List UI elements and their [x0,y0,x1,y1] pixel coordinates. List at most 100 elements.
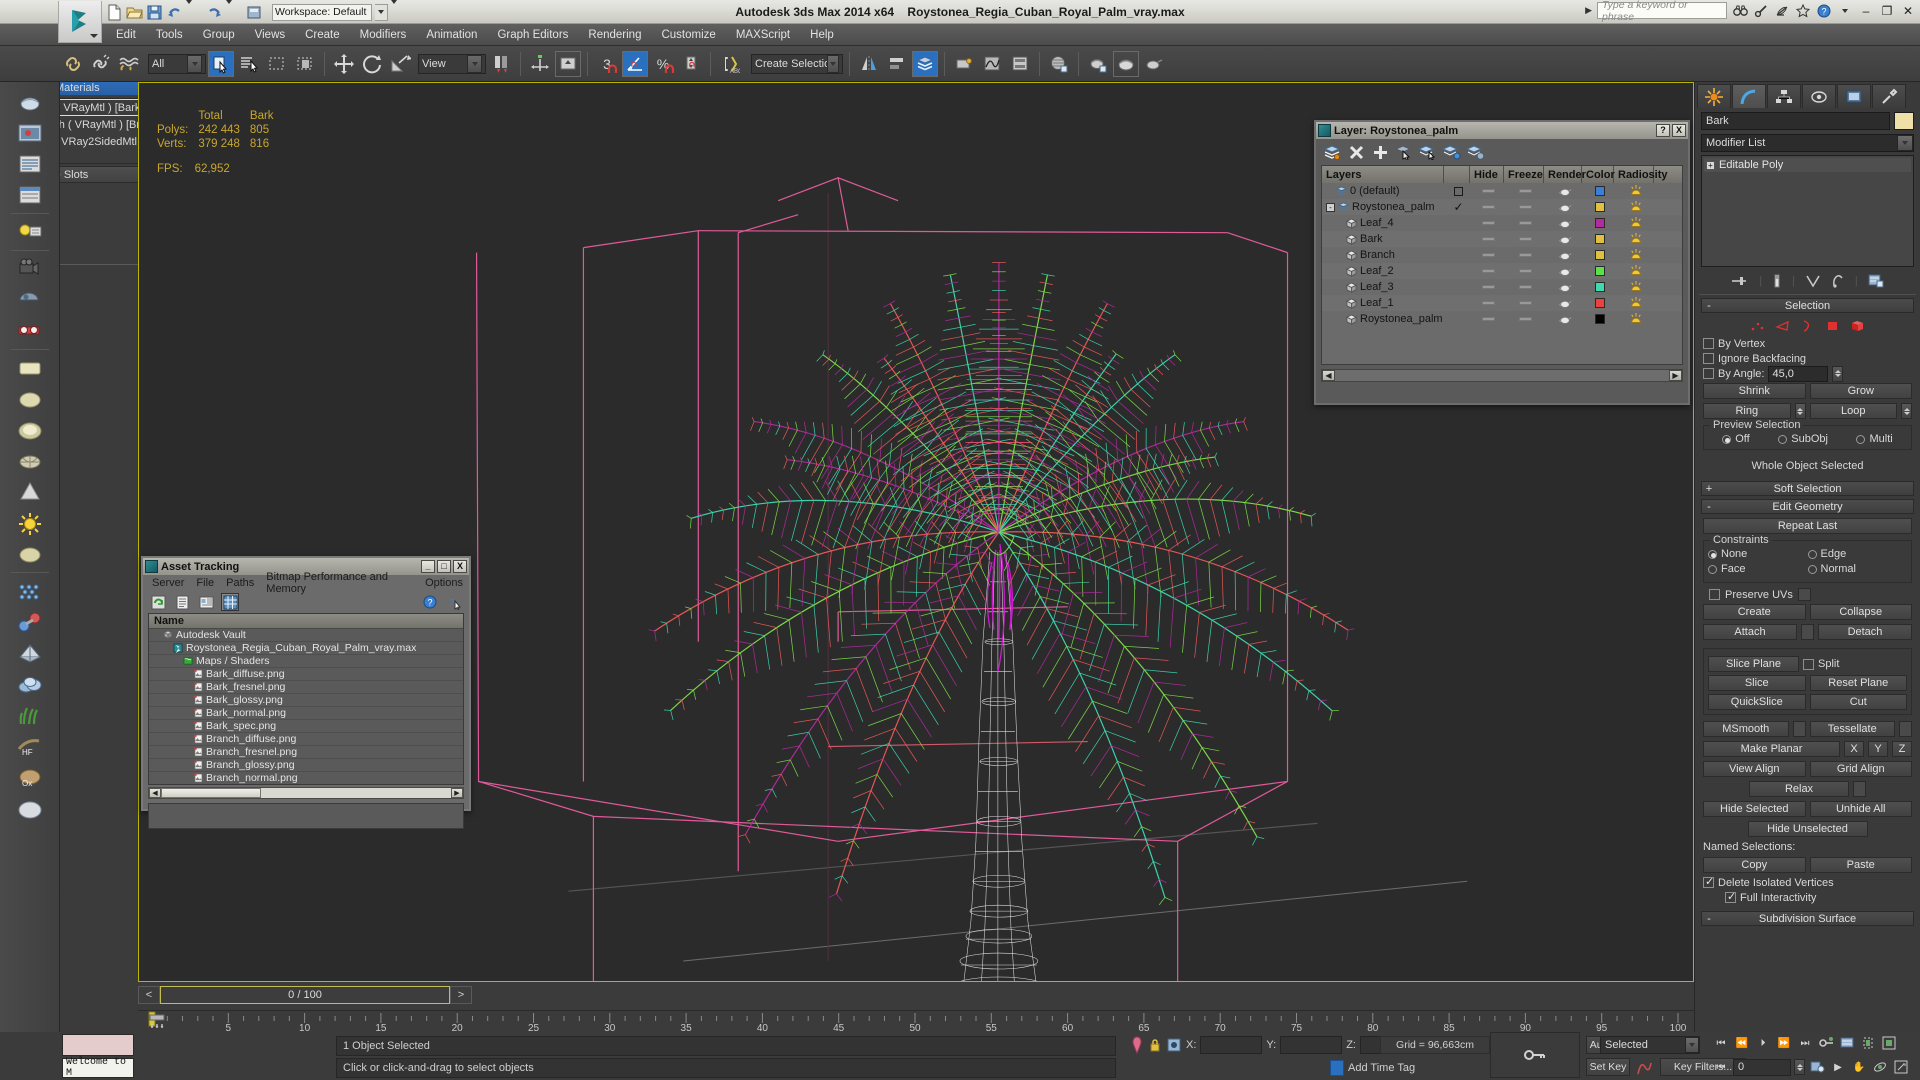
menu-item-tools[interactable]: Tools [146,26,193,44]
hide-toggle-icon[interactable] [1482,285,1495,289]
constraint-option-none[interactable]: None [1708,548,1808,563]
layer-row-color[interactable] [1582,199,1614,215]
track-bar[interactable]: 5 10 15 20 25 30 35 40 45 50 55 60 65 70 75 80 85 90 95 100 [138,1010,1694,1033]
layer-row-name[interactable]: Leaf_1 [1322,295,1444,311]
workspace-selector[interactable]: Workspace: Default [272,3,372,21]
stack-item-editable-poly[interactable]: + Editable Poly [1704,158,1911,172]
infocenter-expand-icon[interactable]: ▶ [1585,5,1592,16]
application-menu-button[interactable] [58,1,102,43]
grid-view-icon[interactable] [221,593,239,611]
asset-row[interactable]: Branch_diffuse.png [149,733,463,746]
key-mode-combo[interactable]: Selected [1600,1036,1700,1054]
remove-modifier-icon[interactable] [1831,274,1845,288]
keyword-search-input[interactable]: Type a keyword or phrase [1597,0,1727,23]
select-objects-in-layer-icon[interactable] [1394,142,1414,162]
layer-row-name[interactable]: Leaf_3 [1322,279,1444,295]
layer-row-name[interactable]: 0 (default) [1322,183,1444,199]
layer-row[interactable]: Leaf_1 [1322,295,1682,311]
subscription-center-icon[interactable] [1753,3,1769,19]
ox-icon[interactable]: Ox [14,762,46,792]
layer-row[interactable]: Bark [1322,231,1682,247]
element-icon[interactable] [1850,319,1866,333]
key-mode-toggle-box[interactable] [1490,1032,1580,1078]
pan-view-icon[interactable]: ✋ [1850,1058,1868,1076]
layer-row-mark[interactable] [1444,295,1470,311]
redo-icon[interactable] [206,4,223,21]
edge-icon[interactable] [1774,319,1791,333]
layer-color-swatch[interactable] [1594,314,1605,324]
play-animation-icon[interactable]: ⏵ [1754,1034,1772,1052]
layer-row-render[interactable] [1544,263,1582,279]
selection-lock-toggle-icon[interactable] [1166,1037,1182,1053]
layer-row-freeze[interactable] [1504,231,1544,247]
motion-tab[interactable] [1802,84,1836,108]
set-key-button[interactable]: Set Key [1586,1058,1630,1076]
layer-row-radiosity[interactable] [1614,263,1654,279]
radio-indicator[interactable] [1722,434,1732,444]
layer-row-name[interactable]: - Roystonea_palm [1322,199,1444,215]
layer-row[interactable]: Branch [1322,247,1682,263]
ring-button[interactable]: Ring [1703,403,1791,419]
menu-item-views[interactable]: Views [245,26,295,44]
layer-column-freeze[interactable]: Freeze [1504,166,1544,183]
tessellate-settings-icon[interactable] [1899,721,1912,737]
layer-color-swatch[interactable] [1594,202,1605,212]
by-angle-value[interactable]: 45,0 [1768,365,1829,382]
layer-row-hide[interactable] [1470,247,1504,263]
geosphere-icon[interactable] [14,446,46,476]
layer-expander-icon[interactable]: - [1326,202,1335,212]
keyframe-spinner[interactable] [1794,1059,1805,1075]
render-production-icon[interactable] [14,87,46,117]
redo-dropdown-icon[interactable] [226,0,243,21]
layer-row-hide[interactable] [1470,295,1504,311]
rendered-frame-window-icon[interactable] [1113,50,1139,77]
make-planar-button[interactable]: Make Planar [1703,741,1840,757]
cloud-icon[interactable] [14,669,46,699]
asset-scroll-thumb[interactable] [161,788,261,798]
attach-button[interactable]: Attach [1703,624,1797,640]
pin-stack-icon[interactable] [1731,275,1749,287]
msmooth-settings-icon[interactable] [1792,721,1806,737]
layer-close-button[interactable]: X [1672,124,1686,137]
freeze-toggle-icon[interactable] [1519,317,1532,321]
align-icon[interactable] [884,51,910,77]
layer-row-render[interactable] [1544,311,1582,327]
freeze-toggle-icon[interactable] [1519,189,1532,193]
layer-window-title-bar[interactable]: Layer: Roystonea_palm ? X [1316,122,1688,139]
layer-row-hide[interactable] [1470,231,1504,247]
highlight-selected-objects-layer-icon[interactable] [1418,142,1438,162]
loop-button[interactable]: Loop [1809,403,1897,419]
layer-row-hide[interactable] [1470,215,1504,231]
cone-primitive-icon[interactable] [14,477,46,507]
menu-item-graph-editors[interactable]: Graph Editors [487,26,578,44]
layer-row-mark[interactable] [1444,183,1470,199]
layer-row-freeze[interactable] [1504,247,1544,263]
search-binoculars-icon[interactable] [1732,3,1748,19]
render-setup-icon[interactable] [1085,51,1111,77]
layer-row-name[interactable]: Leaf_2 [1322,263,1444,279]
asset-row[interactable]: Bark_glossy.png [149,694,463,707]
full-interactivity-checkbox[interactable]: Full Interactivity [1695,890,1920,905]
layer-color-swatch[interactable] [1594,282,1605,292]
snaps-toggle-icon[interactable]: 3 [594,51,620,77]
layer-row-color[interactable] [1582,215,1614,231]
spinner-snap-toggle-icon[interactable] [678,51,704,77]
menu-item-animation[interactable]: Animation [416,26,487,44]
shaded-ball-icon[interactable] [14,793,46,823]
menu-item-modifiers[interactable]: Modifiers [350,26,417,44]
material-editor-icon[interactable] [1046,51,1072,77]
plane-primitive-icon[interactable] [14,353,46,383]
delete-isolated-vertices-checkbox-box[interactable] [1703,875,1714,888]
asset-row[interactable]: Bark_spec.png [149,720,463,733]
layer-row-render[interactable] [1544,183,1582,199]
utilities-tab[interactable] [1872,84,1906,108]
selection-filter-arrow-icon[interactable] [187,54,202,73]
modifier-list-arrow-icon[interactable] [1897,135,1913,151]
constraint-option-face[interactable]: Face [1708,563,1808,578]
vertex-icon[interactable] [1750,319,1766,333]
time-slider-next-button[interactable]: > [450,986,472,1004]
qat-customize-icon[interactable] [391,0,408,21]
time-configuration-icon[interactable] [1838,1034,1856,1052]
hide-selected-button[interactable]: Hide Selected [1703,801,1806,817]
rollout-subdivision-surface[interactable]: - Subdivision Surface [1701,911,1914,926]
